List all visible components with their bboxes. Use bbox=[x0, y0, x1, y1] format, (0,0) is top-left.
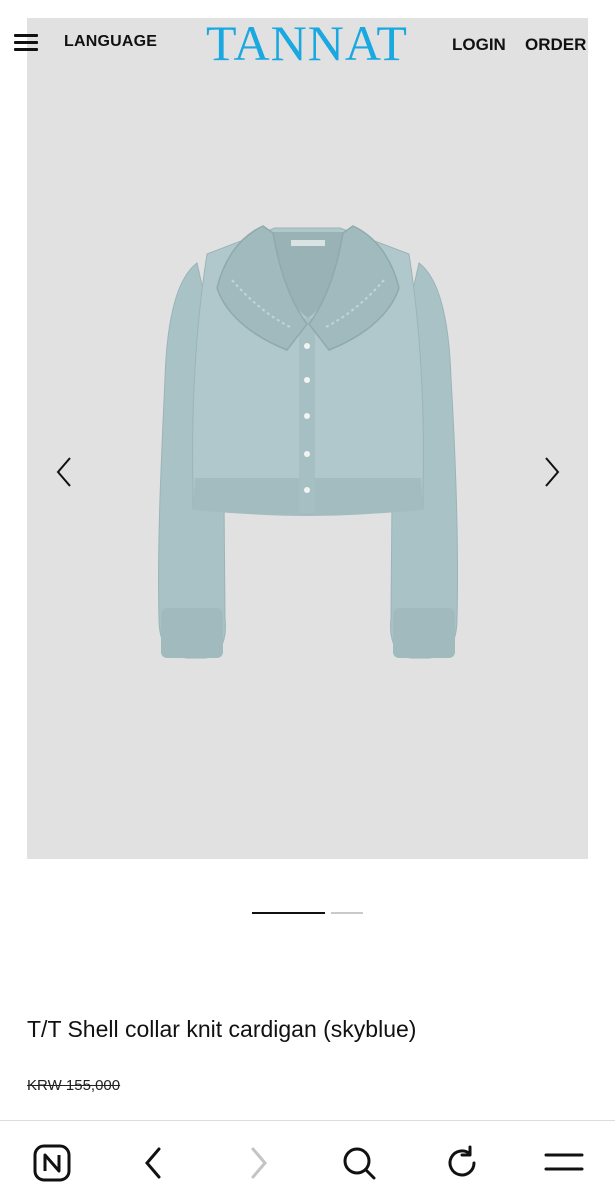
slide-dot-2[interactable] bbox=[331, 912, 363, 914]
product-image[interactable] bbox=[27, 18, 588, 859]
cardigan-image bbox=[158, 225, 459, 659]
menu-icon[interactable] bbox=[542, 1141, 586, 1185]
brand-logo[interactable]: TANNAT bbox=[206, 18, 408, 68]
naver-home-icon[interactable] bbox=[30, 1141, 74, 1185]
login-link[interactable]: LOGIN bbox=[452, 35, 506, 55]
search-icon[interactable] bbox=[337, 1141, 381, 1185]
slide-dot-1[interactable] bbox=[252, 912, 325, 914]
hamburger-menu-icon[interactable] bbox=[14, 34, 38, 54]
back-icon[interactable] bbox=[132, 1141, 176, 1185]
prev-slide-icon[interactable] bbox=[50, 452, 80, 492]
browser-nav-bar bbox=[0, 1120, 615, 1200]
original-price: KRW 155,000 bbox=[27, 1077, 121, 1094]
language-link[interactable]: LANGUAGE bbox=[64, 33, 157, 51]
forward-icon[interactable] bbox=[236, 1141, 280, 1185]
order-link[interactable]: ORDER bbox=[525, 35, 586, 55]
next-slide-icon[interactable] bbox=[536, 452, 566, 492]
refresh-icon[interactable] bbox=[440, 1141, 484, 1185]
product-title: T/T Shell collar knit cardigan (skyblue) bbox=[27, 1016, 417, 1042]
site-header: LANGUAGE TANNAT LOGIN ORDER bbox=[0, 0, 615, 86]
